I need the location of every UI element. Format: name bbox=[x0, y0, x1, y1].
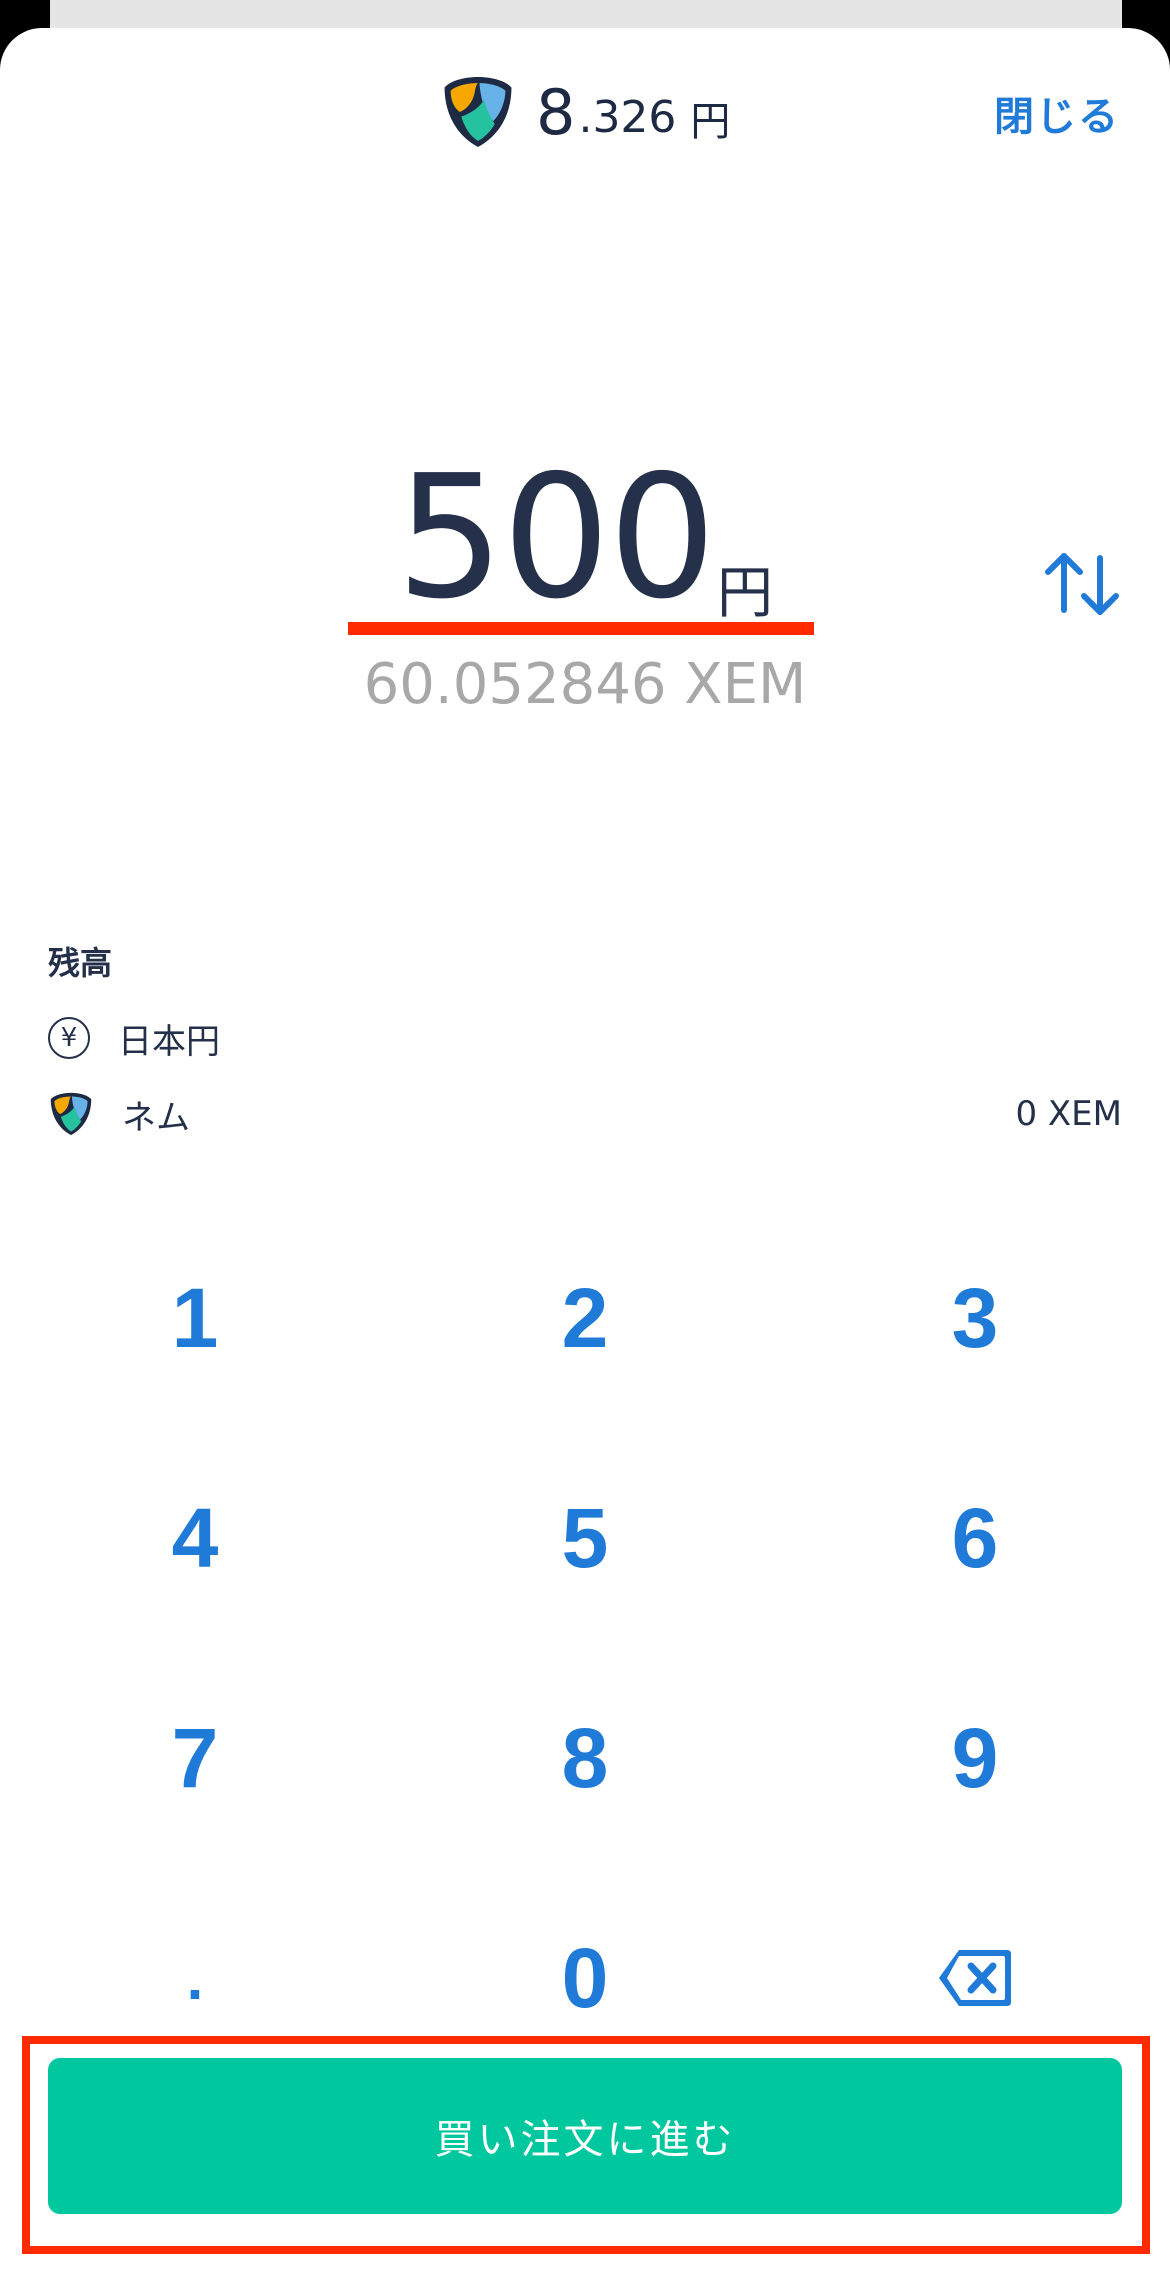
amount-row: 500 円 bbox=[0, 438, 1170, 638]
balance-label-xem: ネム bbox=[122, 1097, 190, 1138]
key-5[interactable]: 5 bbox=[390, 1428, 780, 1648]
xem-price: 8 .326 円 bbox=[440, 72, 730, 152]
proceed-buy-order-button[interactable]: 買い注文に進む bbox=[48, 2058, 1122, 2214]
balance-title: 残高 bbox=[48, 944, 113, 982]
balance-row-jpy: ¥ 日本円 bbox=[48, 1010, 1122, 1066]
balance-row-xem: ネム 0 XEM bbox=[48, 1086, 1122, 1142]
key-1[interactable]: 1 bbox=[0, 1208, 390, 1428]
yen-icon: ¥ bbox=[48, 1017, 90, 1059]
header: 8 .326 円 閉じる bbox=[0, 28, 1170, 198]
amount-highlight-underline bbox=[348, 622, 814, 635]
order-sheet: 8 .326 円 閉じる 500 円 60.052846 XEM 残高 ¥ 日本… bbox=[0, 28, 1170, 2290]
price-integer: 8 bbox=[536, 75, 577, 149]
key-6[interactable]: 6 bbox=[780, 1428, 1170, 1648]
nem-logo-icon bbox=[444, 77, 512, 147]
price-decimal: .326 bbox=[578, 91, 677, 143]
key-9[interactable]: 9 bbox=[780, 1648, 1170, 1868]
balance-label-jpy: 日本円 bbox=[118, 1021, 220, 1062]
key-2[interactable]: 2 bbox=[390, 1208, 780, 1428]
numeric-keypad: 1 2 3 4 5 6 7 8 9 . 0 bbox=[0, 1208, 1170, 2088]
close-button[interactable]: 閉じる bbox=[994, 84, 1120, 142]
key-3[interactable]: 3 bbox=[780, 1208, 1170, 1428]
converted-amount: 60.052846 XEM bbox=[363, 652, 807, 717]
swap-currency-icon[interactable] bbox=[1040, 548, 1124, 620]
key-7[interactable]: 7 bbox=[0, 1648, 390, 1868]
price-unit: 円 bbox=[690, 99, 731, 145]
amount-unit: 円 bbox=[717, 561, 773, 626]
amount-value: 500 bbox=[396, 439, 716, 637]
key-4[interactable]: 4 bbox=[0, 1428, 390, 1648]
key-8[interactable]: 8 bbox=[390, 1648, 780, 1868]
backspace-icon bbox=[939, 1950, 1011, 2006]
nem-logo-icon bbox=[50, 1092, 92, 1136]
balance-value-xem: 0 XEM bbox=[1015, 1094, 1122, 1134]
